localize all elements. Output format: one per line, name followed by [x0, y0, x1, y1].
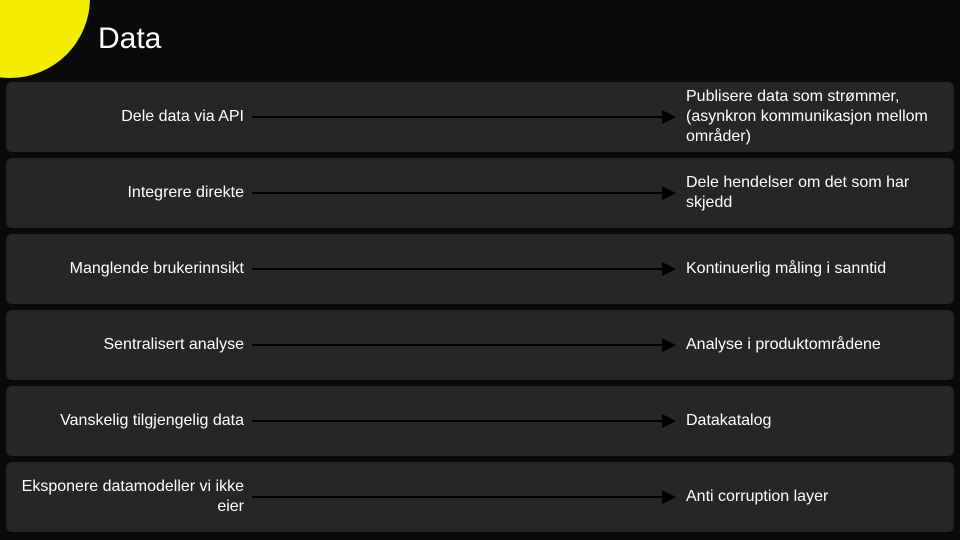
list-item: Eksponere datamodeller vi ikke eier Anti…	[6, 462, 954, 532]
arrow-line	[252, 116, 662, 118]
from-label: Manglende brukerinnsikt	[16, 259, 252, 279]
slide-header: Data	[0, 0, 960, 78]
logo-shape	[0, 0, 90, 78]
from-label: Integrere direkte	[16, 183, 252, 203]
from-label: Vanskelig tilgjengelig data	[16, 411, 252, 431]
arrow	[252, 386, 676, 456]
arrow-line	[252, 496, 662, 498]
list-item: Integrere direkte Dele hendelser om det …	[6, 158, 954, 228]
to-label: Kontinuerlig måling i sanntid	[676, 259, 940, 279]
arrow-line	[252, 344, 662, 346]
arrow-line	[252, 192, 662, 194]
list-item: Vanskelig tilgjengelig data Datakatalog	[6, 386, 954, 456]
arrow-line	[252, 268, 662, 270]
page-title: Data	[98, 22, 161, 56]
arrow	[252, 82, 676, 152]
to-label: Analyse i produktområdene	[676, 335, 940, 355]
arrow-head-icon	[662, 414, 676, 428]
from-label: Sentralisert analyse	[16, 335, 252, 355]
arrow	[252, 234, 676, 304]
to-label: Publisere data som strømmer, (asynkron k…	[676, 87, 940, 147]
logo	[0, 0, 90, 78]
to-label: Dele hendelser om det som har skjedd	[676, 173, 940, 213]
transition-list: Dele data via API Publisere data som str…	[0, 78, 960, 532]
list-item: Sentralisert analyse Analyse i produktom…	[6, 310, 954, 380]
arrow	[252, 462, 676, 532]
arrow-head-icon	[662, 490, 676, 504]
from-label: Eksponere datamodeller vi ikke eier	[16, 477, 252, 517]
arrow-head-icon	[662, 110, 676, 124]
arrow	[252, 158, 676, 228]
to-label: Datakatalog	[676, 411, 940, 431]
list-item: Dele data via API Publisere data som str…	[6, 82, 954, 152]
arrow-head-icon	[662, 262, 676, 276]
arrow-line	[252, 420, 662, 422]
from-label: Dele data via API	[16, 107, 252, 127]
to-label: Anti corruption layer	[676, 487, 940, 507]
list-item: Manglende brukerinnsikt Kontinuerlig mål…	[6, 234, 954, 304]
arrow	[252, 310, 676, 380]
arrow-head-icon	[662, 186, 676, 200]
arrow-head-icon	[662, 338, 676, 352]
